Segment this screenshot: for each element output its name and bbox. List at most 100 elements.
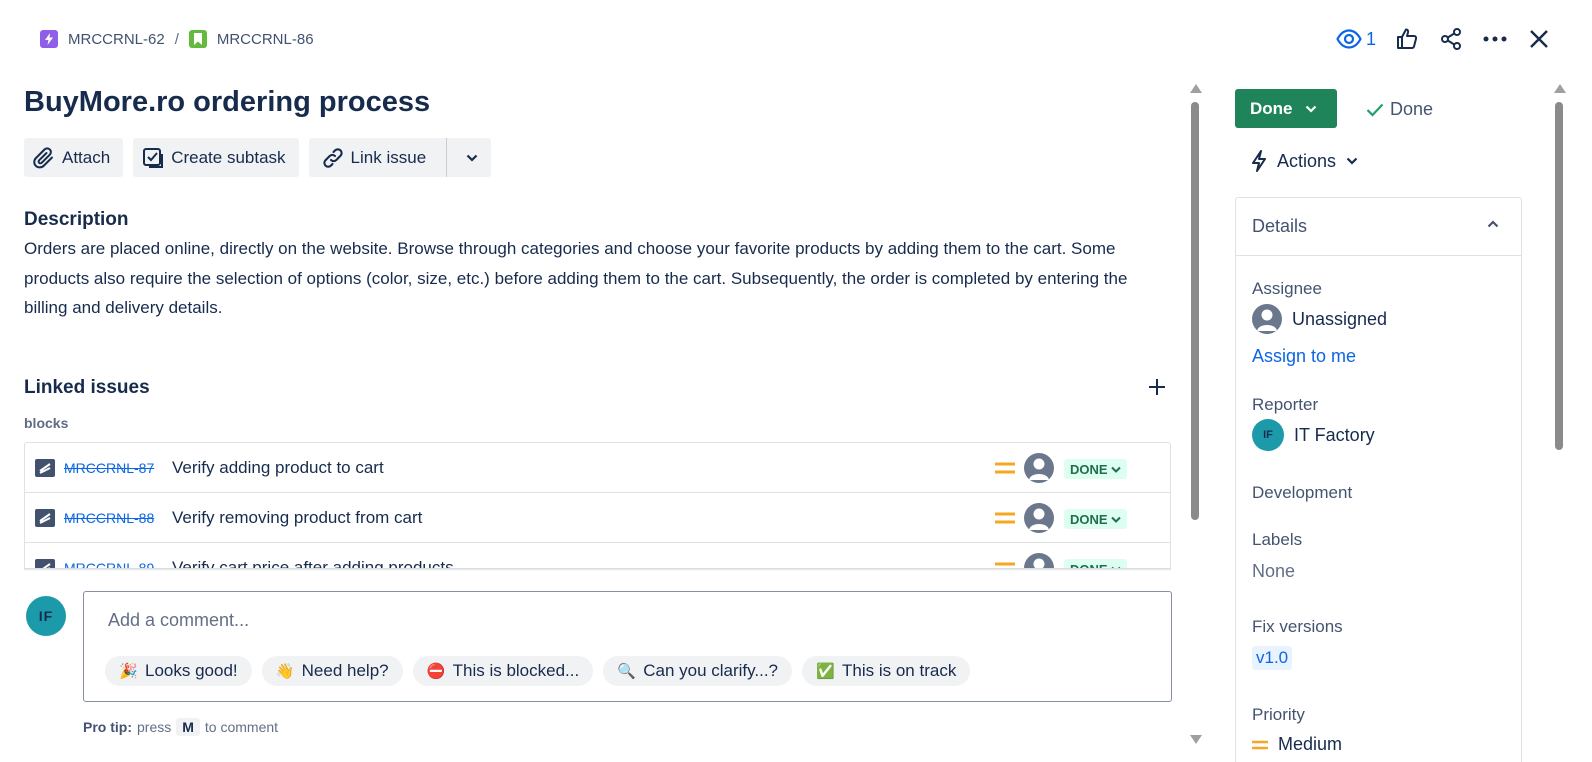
quick-reply-on-track[interactable]: ✅ This is on track (802, 656, 971, 686)
chevron-down-icon (1110, 516, 1121, 523)
attach-button[interactable]: Attach (24, 138, 124, 177)
quick-reply-chips: 🎉 Looks good! 👋 Need help? ⛔ This is blo… (105, 656, 971, 686)
quick-reply-need-help[interactable]: 👋 Need help? (261, 656, 403, 686)
user-icon (1257, 309, 1277, 331)
chevron-down-icon (1110, 466, 1121, 473)
close-button[interactable] (1526, 26, 1552, 52)
resolution-status: Done (1366, 99, 1433, 120)
party-popper-icon: 🎉 (119, 663, 138, 680)
scroll-up-arrow[interactable] (1190, 84, 1202, 93)
assignee-avatar[interactable] (1024, 503, 1054, 533)
linked-issues-list: MRCCRNL-87 Verify adding product to cart… (24, 442, 1171, 570)
user-icon (1029, 458, 1049, 480)
link-issue-more-button[interactable] (453, 138, 491, 177)
assign-to-me-link[interactable]: Assign to me (1252, 346, 1356, 367)
details-header[interactable]: Details (1236, 198, 1521, 256)
sidebar-scrollbar[interactable] (1553, 82, 1567, 762)
breadcrumb-parent-link[interactable]: MRCCRNL-62 (68, 31, 165, 48)
chevron-up-icon (1487, 220, 1499, 228)
priority-value: Medium (1278, 734, 1343, 754)
scrollbar-thumb[interactable] (1191, 102, 1199, 520)
header-actions: 1 (1336, 26, 1552, 52)
labels-value[interactable]: None (1252, 561, 1295, 582)
thumbs-up-icon (1397, 28, 1418, 49)
pro-tip: Pro tip: press M to comment (83, 718, 278, 736)
status-label: DONE (1070, 511, 1108, 527)
status-dropdown[interactable]: DONE (1064, 459, 1127, 479)
fix-versions-field[interactable]: v1.0 (1252, 646, 1293, 670)
story-icon (188, 30, 207, 48)
breadcrumb-current-link[interactable]: MRCCRNL-86 (217, 31, 314, 48)
actions-menu-button[interactable]: Actions (1251, 150, 1358, 172)
reporter-field[interactable]: IF IT Factory (1252, 419, 1375, 451)
status-button-label: Done (1250, 98, 1293, 118)
description-text[interactable]: Orders are placed online, directly on th… (24, 234, 1164, 323)
breadcrumb-separator: / (174, 30, 179, 48)
linked-issue-row[interactable]: MRCCRNL-87 Verify adding product to cart… (25, 443, 1170, 493)
waving-hand-icon: 👋 (275, 663, 295, 680)
issue-title[interactable]: BuyMore.ro ordering process (24, 86, 430, 119)
keyboard-shortcut-key: M (176, 718, 200, 736)
link-issue-button[interactable]: Link issue (309, 138, 441, 177)
link-relation-label: blocks (24, 415, 69, 431)
status-transition-button[interactable]: Done (1235, 89, 1337, 128)
priority-label: Priority (1252, 705, 1305, 724)
comment-input[interactable]: Add a comment... (108, 610, 249, 631)
priority-medium-icon (995, 462, 1015, 474)
watch-button[interactable]: 1 (1336, 29, 1376, 50)
priority-field[interactable]: Medium (1252, 734, 1342, 755)
pro-tip-label: Pro tip: (83, 719, 132, 735)
development-label: Development (1252, 483, 1353, 502)
chevron-down-icon (466, 154, 478, 162)
scroll-up-arrow[interactable] (1554, 84, 1566, 93)
share-button[interactable] (1438, 26, 1464, 52)
labels-label: Labels (1252, 530, 1303, 549)
more-horizontal-icon (1483, 36, 1507, 42)
split-divider (446, 138, 448, 177)
fix-versions-label: Fix versions (1252, 617, 1343, 636)
main-scrollbar[interactable] (1189, 82, 1203, 746)
eye-icon (1336, 29, 1362, 49)
unassigned-avatar (1252, 304, 1282, 334)
chip-label: Need help? (301, 661, 389, 680)
quick-reply-clarify[interactable]: 🔍 Can you clarify...? (603, 656, 793, 686)
linked-issue-row[interactable]: MRCCRNL-88 Verify removing product from … (25, 493, 1170, 543)
scroll-down-arrow[interactable] (1190, 735, 1202, 744)
linked-issue-key[interactable]: MRCCRNL-88 (64, 510, 154, 526)
chip-label: Looks good! (145, 661, 238, 680)
more-options-button[interactable] (1482, 26, 1508, 52)
quick-reply-looks-good[interactable]: 🎉 Looks good! (105, 656, 252, 686)
status-dropdown[interactable]: DONE (1064, 509, 1127, 529)
linked-issue-summary[interactable]: Verify adding product to cart (172, 458, 384, 478)
share-icon (1441, 28, 1461, 50)
scrollbar-thumb[interactable] (1555, 102, 1563, 450)
create-subtask-button[interactable]: Create subtask (133, 138, 299, 177)
status-label: DONE (1070, 461, 1108, 477)
pro-tip-suffix: to comment (204, 719, 279, 735)
pro-tip-press: press (137, 719, 172, 735)
current-user-avatar: IF (26, 596, 66, 636)
quick-reply-blocked[interactable]: ⛔ This is blocked... (412, 656, 594, 686)
chip-label: Can you clarify...? (643, 661, 779, 680)
priority-medium-icon (995, 512, 1015, 524)
linked-issue-summary[interactable]: Verify removing product from cart (172, 508, 422, 528)
chevron-down-icon (1346, 157, 1358, 165)
like-button[interactable] (1394, 26, 1420, 52)
assignee-field[interactable]: Unassigned (1252, 304, 1387, 334)
add-linked-issue-button[interactable] (1146, 376, 1168, 398)
chevron-down-icon (1305, 105, 1316, 113)
assignee-value: Unassigned (1292, 308, 1388, 329)
reporter-value: IT Factory (1294, 424, 1375, 445)
link-issue-split-button: Link issue (308, 138, 492, 177)
subtask-icon (143, 147, 164, 168)
linked-issue-row[interactable]: MRCCRNL-89 Verify cart price after addin… (25, 543, 1170, 570)
check-icon (1366, 103, 1384, 117)
breadcrumb: MRCCRNL-62 / MRCCRNL-86 (40, 30, 314, 48)
paperclip-icon (33, 146, 53, 168)
assignee-avatar[interactable] (1024, 453, 1054, 483)
priority-medium-icon (1252, 740, 1268, 749)
comment-box[interactable]: Add a comment... 🎉 Looks good! 👋 Need he… (83, 591, 1172, 702)
version-tag[interactable]: v1.0 (1252, 646, 1293, 670)
description-heading: Description (24, 209, 129, 230)
linked-issue-key[interactable]: MRCCRNL-87 (64, 460, 154, 476)
